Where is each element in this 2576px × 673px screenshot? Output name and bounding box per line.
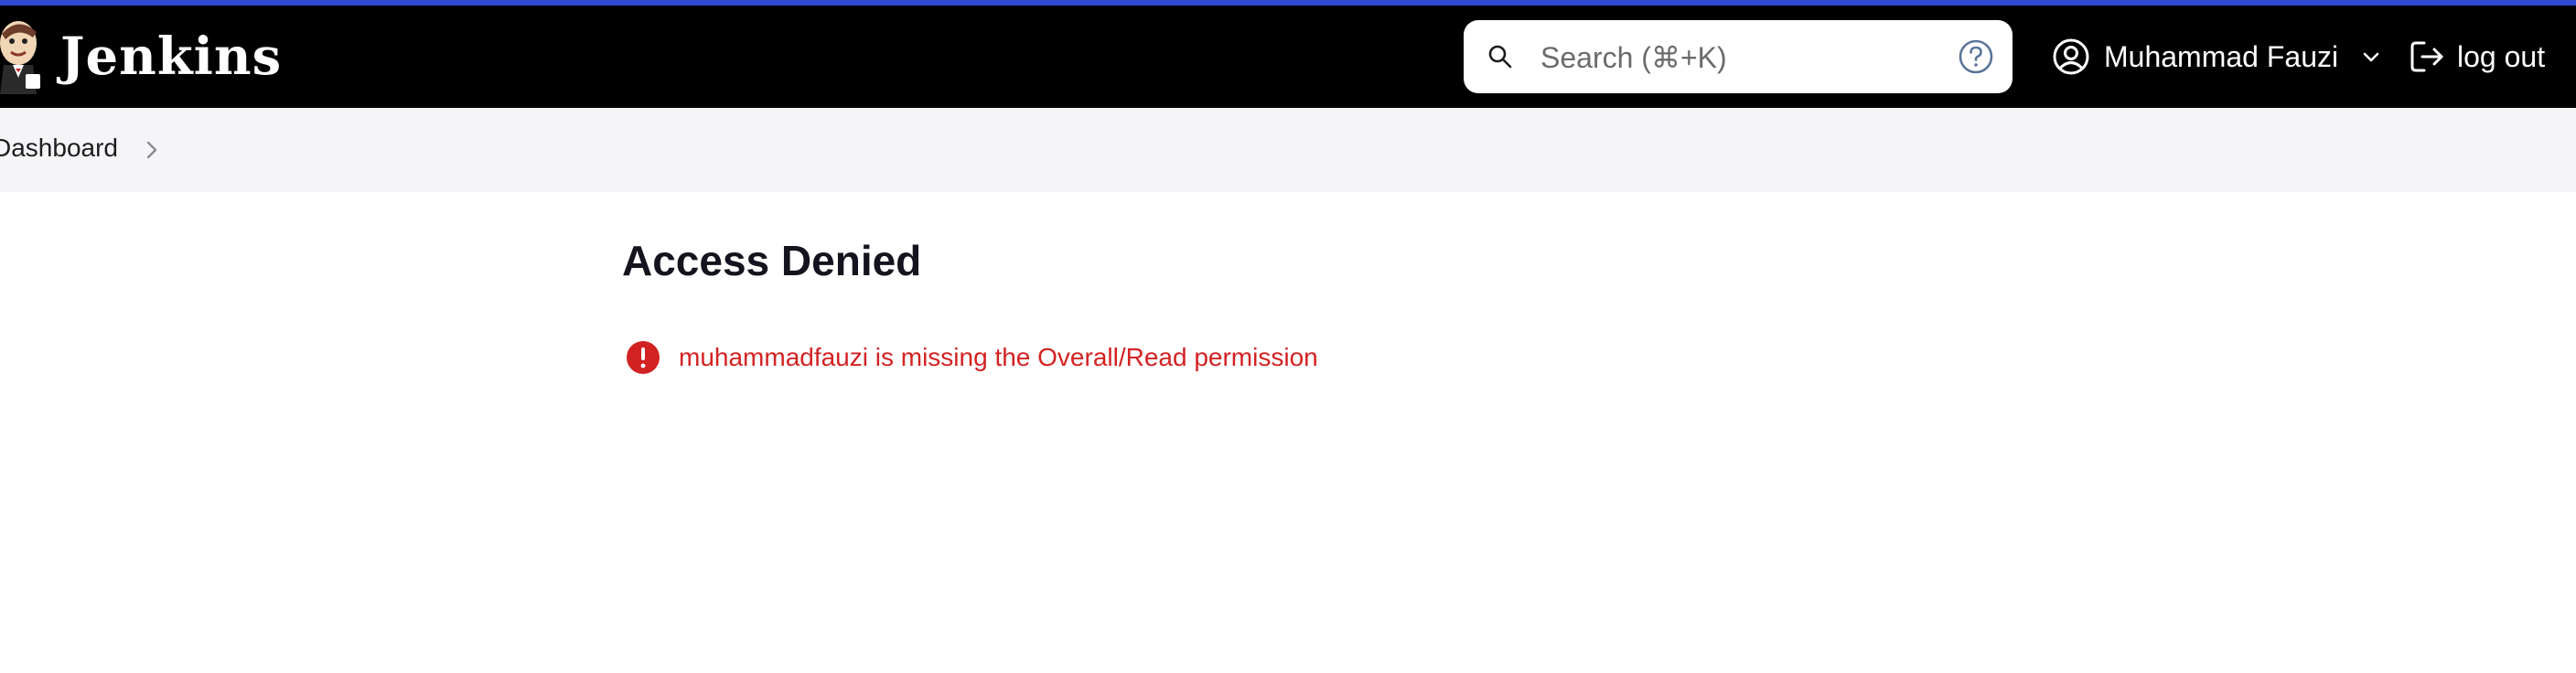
main-content: Access Denied muhammadfauzi is missing t… [622, 236, 1318, 374]
chevron-down-icon [2363, 52, 2379, 62]
page-title: Access Denied [622, 237, 922, 284]
user-menu[interactable]: Muhammad Fauzi [2053, 26, 2382, 88]
logo-text: Jenkins [60, 27, 283, 87]
error-circle-icon [627, 341, 660, 374]
jenkins-butler-icon [0, 21, 40, 94]
logout-icon [2410, 41, 2443, 72]
help-icon[interactable] [1958, 38, 1994, 75]
chevron-right-icon[interactable] [141, 137, 163, 163]
search-box[interactable] [1464, 20, 2012, 93]
logout-button[interactable]: log out [2408, 26, 2545, 88]
jenkins-logo[interactable]: Jenkins [0, 16, 282, 97]
error-text: muhammadfauzi is missing the Overall/Rea… [679, 343, 1318, 371]
search-icon [1488, 45, 1512, 69]
breadcrumb: Dashboard [0, 108, 2576, 192]
breadcrumb-item-dashboard[interactable]: Dashboard [0, 134, 118, 163]
top-header: Jenkins Muhammad Fauzi log out [0, 5, 2576, 108]
user-name: Muhammad Fauzi [2104, 39, 2339, 73]
error-message: muhammadfauzi is missing the Overall/Rea… [626, 340, 1318, 375]
user-circle-icon [2053, 38, 2089, 75]
logout-label: log out [2457, 39, 2546, 73]
search-input[interactable] [1539, 37, 1927, 79]
